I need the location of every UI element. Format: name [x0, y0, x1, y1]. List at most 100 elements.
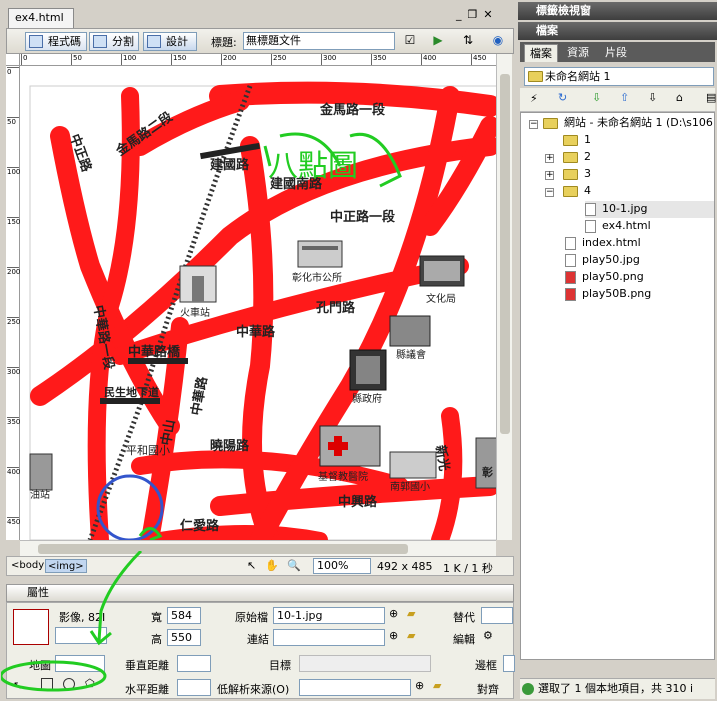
point-to-file-icon[interactable]: ⊕ [389, 607, 398, 620]
download-size: 1 K / 1 秒 [443, 562, 493, 575]
ruler-tick: 450 [471, 54, 486, 65]
edit-image-icon[interactable]: ⚙ [483, 629, 493, 642]
map-label: 彰化市公所 [292, 271, 342, 284]
lowsrc-point-icon[interactable]: ⊕ [415, 679, 424, 692]
handwritten-title: 八點圖 [268, 149, 358, 184]
tab-files[interactable]: 檔案 [524, 44, 558, 62]
map-label: 彰 [482, 465, 493, 479]
document-toolbar: 程式碼 分割 設計 標題: 無標題文件 ☑ ▶ ⇅ ◉ [6, 28, 514, 54]
horizontal-ruler: 0 50 100 150 200 250 300 350 400 450 [20, 54, 500, 66]
target-select[interactable] [299, 655, 431, 672]
design-view-button[interactable]: 設計 [143, 32, 197, 51]
title-input[interactable]: 無標題文件 [243, 32, 395, 50]
map-label: 中華路橋 [128, 344, 181, 360]
ruler-tick: 200 [221, 54, 236, 65]
link-input[interactable] [273, 629, 385, 646]
ruler-origin [6, 54, 20, 66]
tree-item-file[interactable]: ex4.html [585, 218, 651, 235]
ruler-tick: 300 [7, 367, 21, 376]
code-view-button[interactable]: 程式碼 [25, 32, 87, 51]
zoom-select[interactable]: 100% [313, 558, 371, 574]
png-file-icon [565, 287, 576, 301]
ruler-tick: 200 [7, 267, 21, 276]
map-label: 中華路 [236, 324, 276, 340]
window-dimensions[interactable]: 492 x 485 [377, 560, 433, 573]
tab-assets[interactable]: 資源 [562, 44, 594, 62]
map-label: 孔門路 [316, 300, 356, 316]
building-city-hall [297, 240, 343, 268]
tab-snippets[interactable]: 片段 [600, 44, 632, 62]
lowsrc-input[interactable] [299, 679, 411, 696]
check-out-icon[interactable]: ⇩ [648, 91, 657, 104]
map-label: 油站 [30, 488, 50, 501]
vertical-scroll-thumb[interactable] [500, 74, 510, 434]
browser-icon[interactable]: ◉ [487, 33, 509, 49]
tree-item-file[interactable]: play50B.png [565, 286, 651, 303]
restore-icon[interactable]: ❐ [468, 8, 484, 21]
collapse-icon[interactable]: − [545, 188, 554, 197]
tree-item-folder-1[interactable]: 1 [563, 132, 591, 149]
folder-icon [563, 151, 578, 163]
properties-panel: 影像, 82I 寬 584 高 550 原始檔 10-1.jpg ⊕ ▰ 連結 … [1, 551, 515, 699]
files-panel-header[interactable]: 檔案 [518, 22, 717, 40]
files-tabs: 檔案 資源 片段 [520, 42, 715, 62]
folder-icon [563, 168, 578, 180]
ruler-tick: 250 [7, 317, 21, 326]
src-label: 原始檔 [235, 611, 268, 624]
minimize-icon[interactable]: _ [456, 8, 468, 21]
tree-item-site[interactable]: 網站 - 未命名網站 1 (D:\s106 [543, 115, 713, 132]
map-label: 中正路一段 [330, 209, 395, 225]
tree-item-file[interactable]: play50.png [565, 269, 644, 286]
tree-item-file[interactable]: 10-1.jpg [585, 201, 714, 218]
map-image[interactable]: 金馬路一段 金馬路二段 中正路 中正路一段 建國南路 建國路 彰化市公所 文化局… [20, 66, 500, 540]
site-select[interactable]: 未命名網站 1 [524, 67, 714, 86]
title-label: 標題: [211, 36, 237, 49]
tree-item-file[interactable]: index.html [565, 235, 641, 252]
png-file-icon [565, 270, 576, 284]
ruler-tick: 100 [121, 54, 136, 65]
building-nanguo-school [389, 451, 437, 479]
document-tab[interactable]: ex4.html [8, 8, 74, 28]
preview-icon[interactable]: ▶ [427, 33, 449, 49]
ruler-tick: 0 [7, 67, 19, 76]
browse-folder-icon[interactable]: ▰ [407, 607, 415, 620]
zoom-tool-icon[interactable]: 🔍 [287, 559, 301, 572]
lowsrc-folder-icon[interactable]: ▰ [433, 679, 441, 692]
tag-inspector-header[interactable]: 標籤檢視窗 [518, 2, 717, 20]
pointer-tool-icon[interactable]: ↖ [247, 559, 256, 572]
close-icon[interactable]: ✕ [483, 8, 498, 21]
right-panel: 標籤檢視窗 檔案 檔案 資源 片段 未命名網站 1 ⚡ ↻ ⇩ ⇧ ⇩ ⌂ ▤ … [518, 0, 717, 699]
border-input[interactable] [503, 655, 515, 672]
check-in-icon[interactable]: ⌂ [676, 91, 683, 104]
file-management-icon[interactable]: ⇅ [457, 33, 479, 49]
refresh-icon[interactable]: ↻ [558, 91, 567, 104]
tree-item-folder-4[interactable]: 4 [563, 183, 591, 200]
vertical-scrollbar[interactable] [496, 54, 512, 540]
collapse-icon[interactable]: − [529, 120, 538, 129]
design-canvas[interactable]: 金馬路一段 金馬路二段 中正路 中正路一段 建國南路 建國路 彰化市公所 文化局… [20, 66, 500, 540]
expand-icon[interactable]: ▤ [706, 91, 716, 104]
building-gas-station [29, 453, 53, 491]
expand-icon[interactable]: + [545, 154, 554, 163]
tree-item-file[interactable]: play50.jpg [565, 252, 640, 269]
map-label: 中興路 [338, 494, 378, 510]
src-input[interactable]: 10-1.jpg [273, 607, 385, 624]
get-files-icon[interactable]: ⇩ [592, 91, 601, 104]
tree-item-folder-2[interactable]: 2 [563, 149, 591, 166]
files-status-bar: 選取了 1 個本地項目，共 310 i [520, 678, 715, 699]
put-files-icon[interactable]: ⇧ [620, 91, 629, 104]
validate-icon[interactable]: ☑ [399, 33, 421, 49]
alt-input[interactable] [481, 607, 513, 624]
link-point-icon[interactable]: ⊕ [389, 629, 398, 642]
ruler-tick: 350 [7, 417, 21, 426]
tree-item-folder-3[interactable]: 3 [563, 166, 591, 183]
hand-tool-icon[interactable]: ✋ [265, 559, 279, 572]
window-buttons[interactable]: _❐✕ [456, 8, 512, 24]
ruler-tick: 150 [7, 217, 21, 226]
split-view-button[interactable]: 分割 [89, 32, 139, 51]
html-file-icon [565, 236, 576, 250]
connect-icon[interactable]: ⚡ [530, 92, 538, 105]
link-folder-icon[interactable]: ▰ [407, 629, 415, 642]
expand-icon[interactable]: + [545, 171, 554, 180]
files-toolbar: ⚡ ↻ ⇩ ⇧ ⇩ ⌂ ▤ [520, 88, 716, 112]
